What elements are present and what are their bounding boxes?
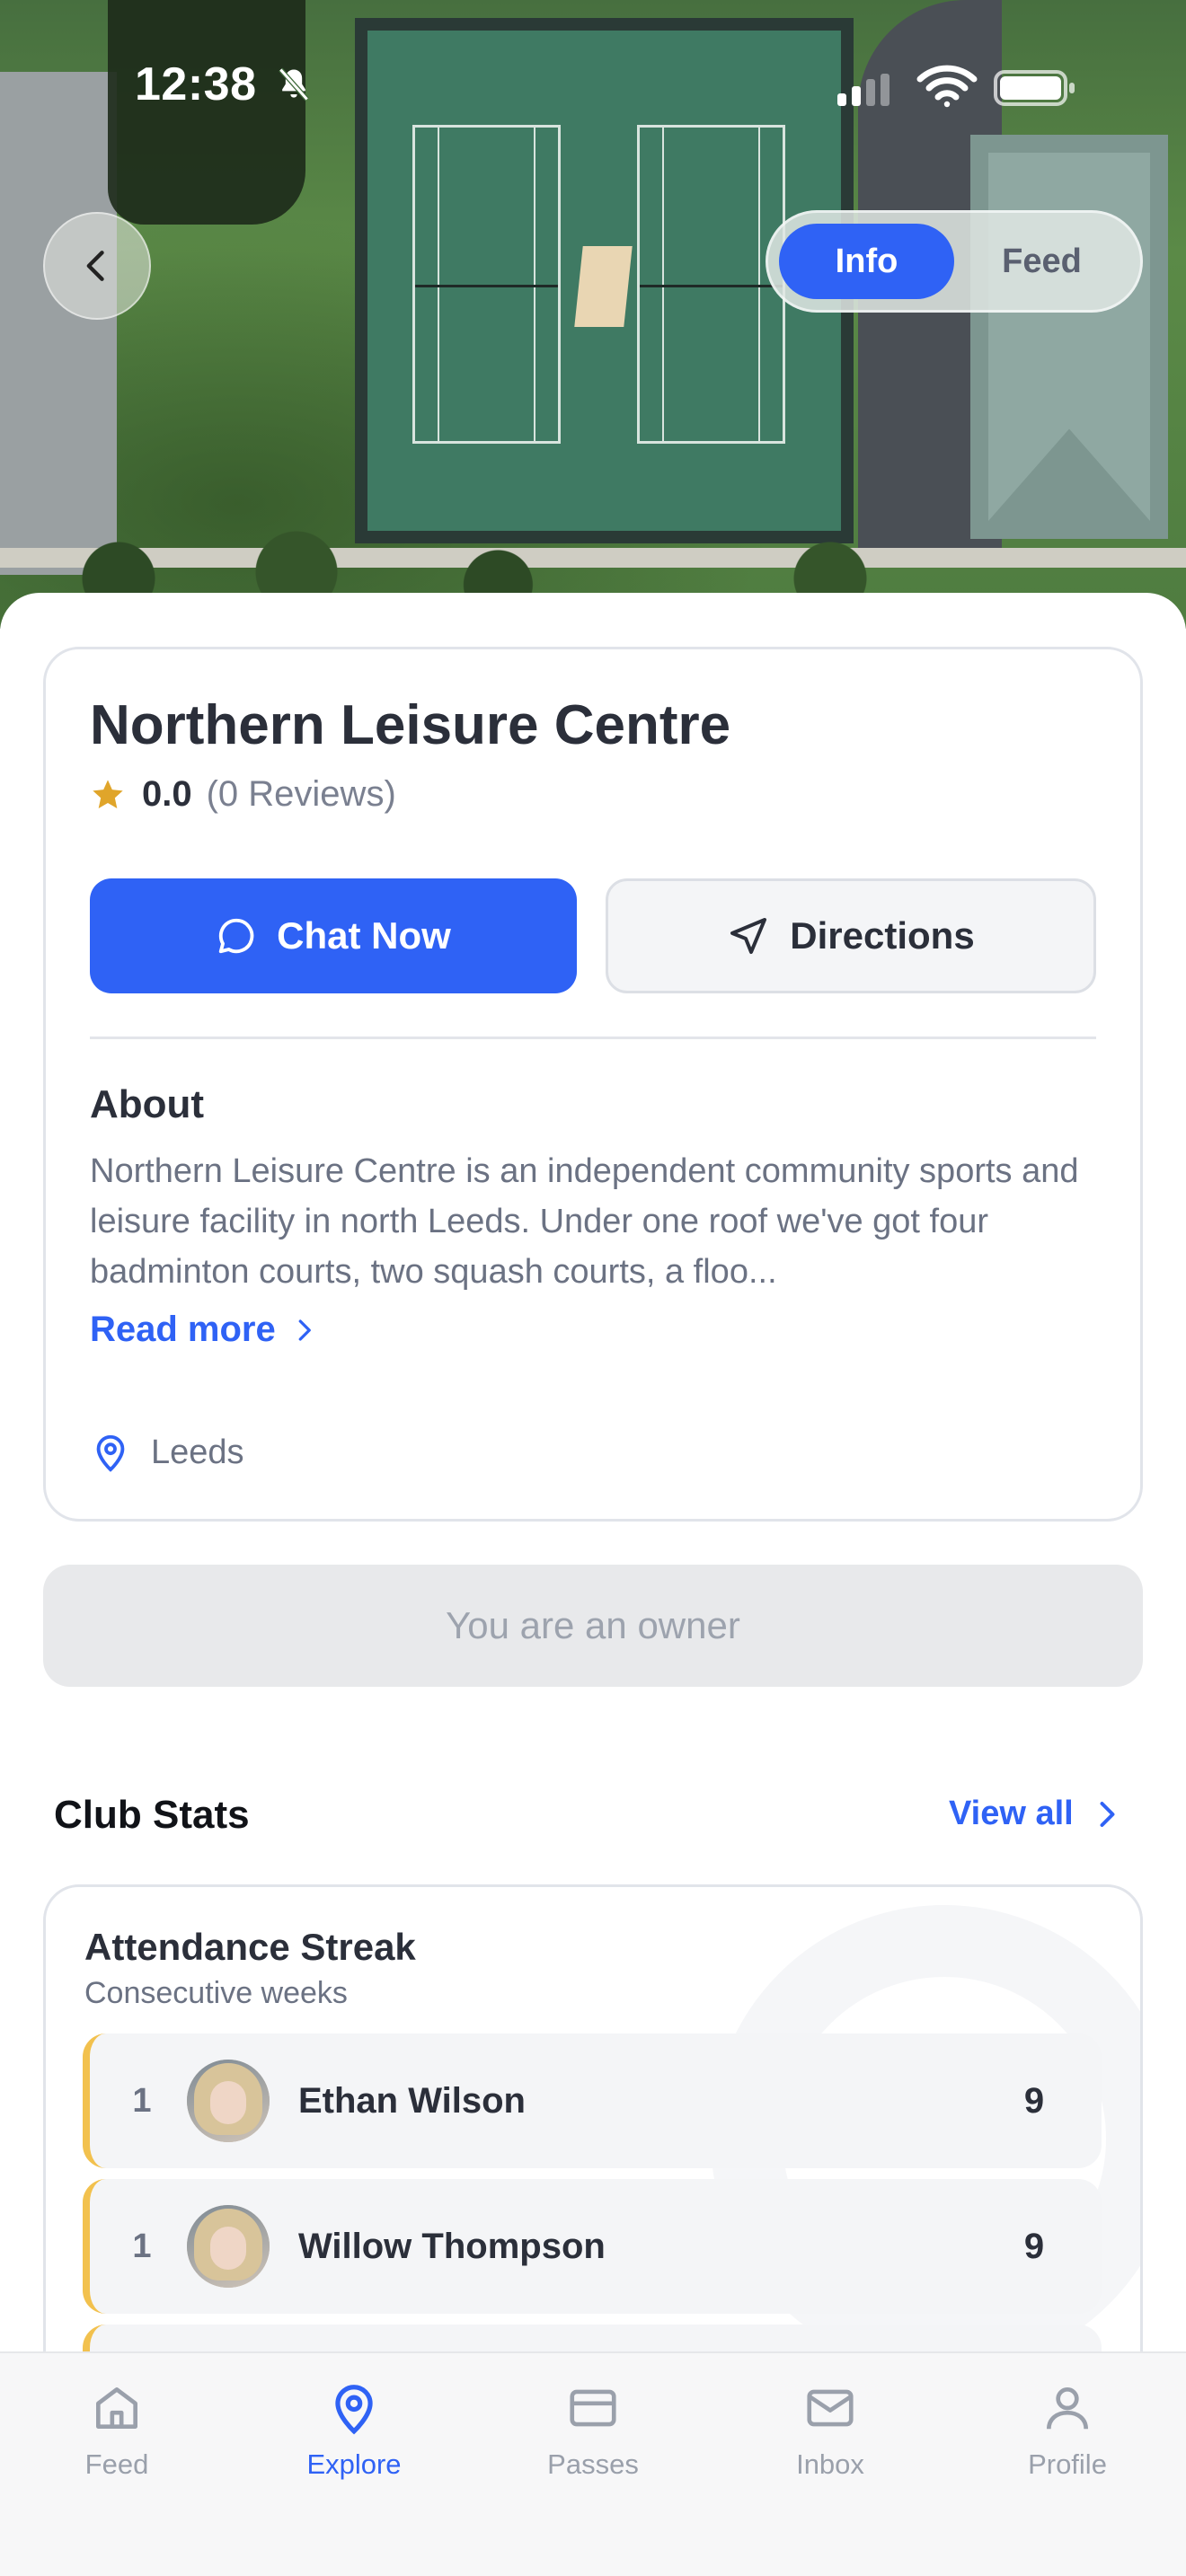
streak-subtitle: Consecutive weeks: [84, 1976, 348, 2010]
tab-profile-nav[interactable]: Profile: [978, 2380, 1157, 2481]
venue-location: Leeds: [90, 1432, 244, 1473]
club-stats-heading: Club Stats: [54, 1793, 250, 1837]
info-feed-toggle: Info Feed: [766, 210, 1143, 313]
chat-now-label: Chat Now: [277, 914, 451, 957]
read-more-label: Read more: [90, 1310, 276, 1349]
location-text: Leeds: [151, 1433, 244, 1471]
chevron-right-icon: [298, 1319, 311, 1341]
streak-title: Attendance Streak: [84, 1926, 416, 1968]
row-score: 9: [1023, 2080, 1045, 2121]
person-icon: [1047, 2387, 1088, 2430]
chevron-left-icon: [86, 251, 104, 281]
tab-label: Passes: [547, 2448, 639, 2480]
tab-label: Feed: [84, 2448, 149, 2480]
view-all-label: View all: [949, 1795, 1074, 1832]
tab-inbox-nav[interactable]: Inbox: [740, 2380, 920, 2481]
venue-name: Northern Leisure Centre: [90, 694, 731, 756]
row-rank: 1: [132, 2227, 152, 2265]
leaderboard-row[interactable]: 1 Ethan Wilson 9: [83, 2033, 1102, 2168]
bell-muted-icon: [279, 67, 309, 101]
read-more-link[interactable]: Read more: [90, 1310, 317, 1350]
about-heading: About: [90, 1082, 205, 1126]
tab-label: Profile: [1028, 2448, 1107, 2480]
about-text: Northern Leisure Centre is an independen…: [90, 1152, 1079, 1291]
tab-passes-nav[interactable]: Passes: [503, 2380, 683, 2481]
tab-feed[interactable]: Feed: [954, 224, 1129, 299]
back-button[interactable]: [43, 212, 151, 320]
hero-shade-sail: [574, 246, 633, 327]
wifi-icon: [916, 65, 978, 108]
location-pin-icon: [335, 2385, 373, 2435]
view-all-link[interactable]: View all: [949, 1795, 1122, 1833]
venue-rating: 0.0 (0 Reviews): [90, 774, 396, 815]
cellular-signal-icon: [837, 74, 890, 106]
avatar: [187, 2060, 270, 2142]
leaderboard-row[interactable]: 1 Willow Thompson 9: [83, 2179, 1102, 2314]
avatar: [187, 2205, 270, 2288]
row-rank: 1: [132, 2081, 152, 2120]
section-divider: [90, 1037, 1096, 1039]
navigation-arrow-icon: [730, 918, 767, 954]
tab-label: Explore: [306, 2448, 402, 2480]
tab-label: Inbox: [796, 2448, 864, 2480]
mail-icon: [807, 2389, 854, 2427]
bottom-tab-bar: Feed Explore Passes Inbox Profile: [0, 2351, 1186, 2576]
hero-court-left: [412, 125, 561, 444]
directions-label: Directions: [790, 914, 975, 957]
row-name: Ethan Wilson: [298, 2080, 526, 2121]
chat-bubble-icon: [219, 918, 254, 954]
row-name: Willow Thompson: [298, 2226, 606, 2266]
chevron-right-icon: [1100, 1801, 1115, 1827]
review-count[interactable]: (0 Reviews): [207, 774, 396, 815]
owner-status-button[interactable]: You are an owner: [43, 1565, 1143, 1687]
card-icon: [570, 2389, 616, 2427]
chat-now-button[interactable]: Chat Now: [90, 878, 577, 993]
status-time: 12:38: [135, 58, 257, 110]
tab-feed-nav[interactable]: Feed: [27, 2380, 207, 2481]
home-icon: [96, 2387, 137, 2429]
location-pin-icon: [96, 1434, 125, 1472]
row-score: 9: [1023, 2226, 1045, 2266]
tab-explore-nav[interactable]: Explore: [264, 2380, 444, 2481]
rating-value: 0.0: [142, 774, 192, 814]
star-icon: [93, 779, 123, 808]
directions-button[interactable]: Directions: [606, 878, 1096, 993]
tab-info[interactable]: Info: [779, 224, 954, 299]
hero-building: [970, 135, 1168, 539]
hero-court-right: [637, 125, 785, 444]
status-bar: 12:38: [0, 0, 1186, 171]
battery-icon: [994, 70, 1075, 106]
